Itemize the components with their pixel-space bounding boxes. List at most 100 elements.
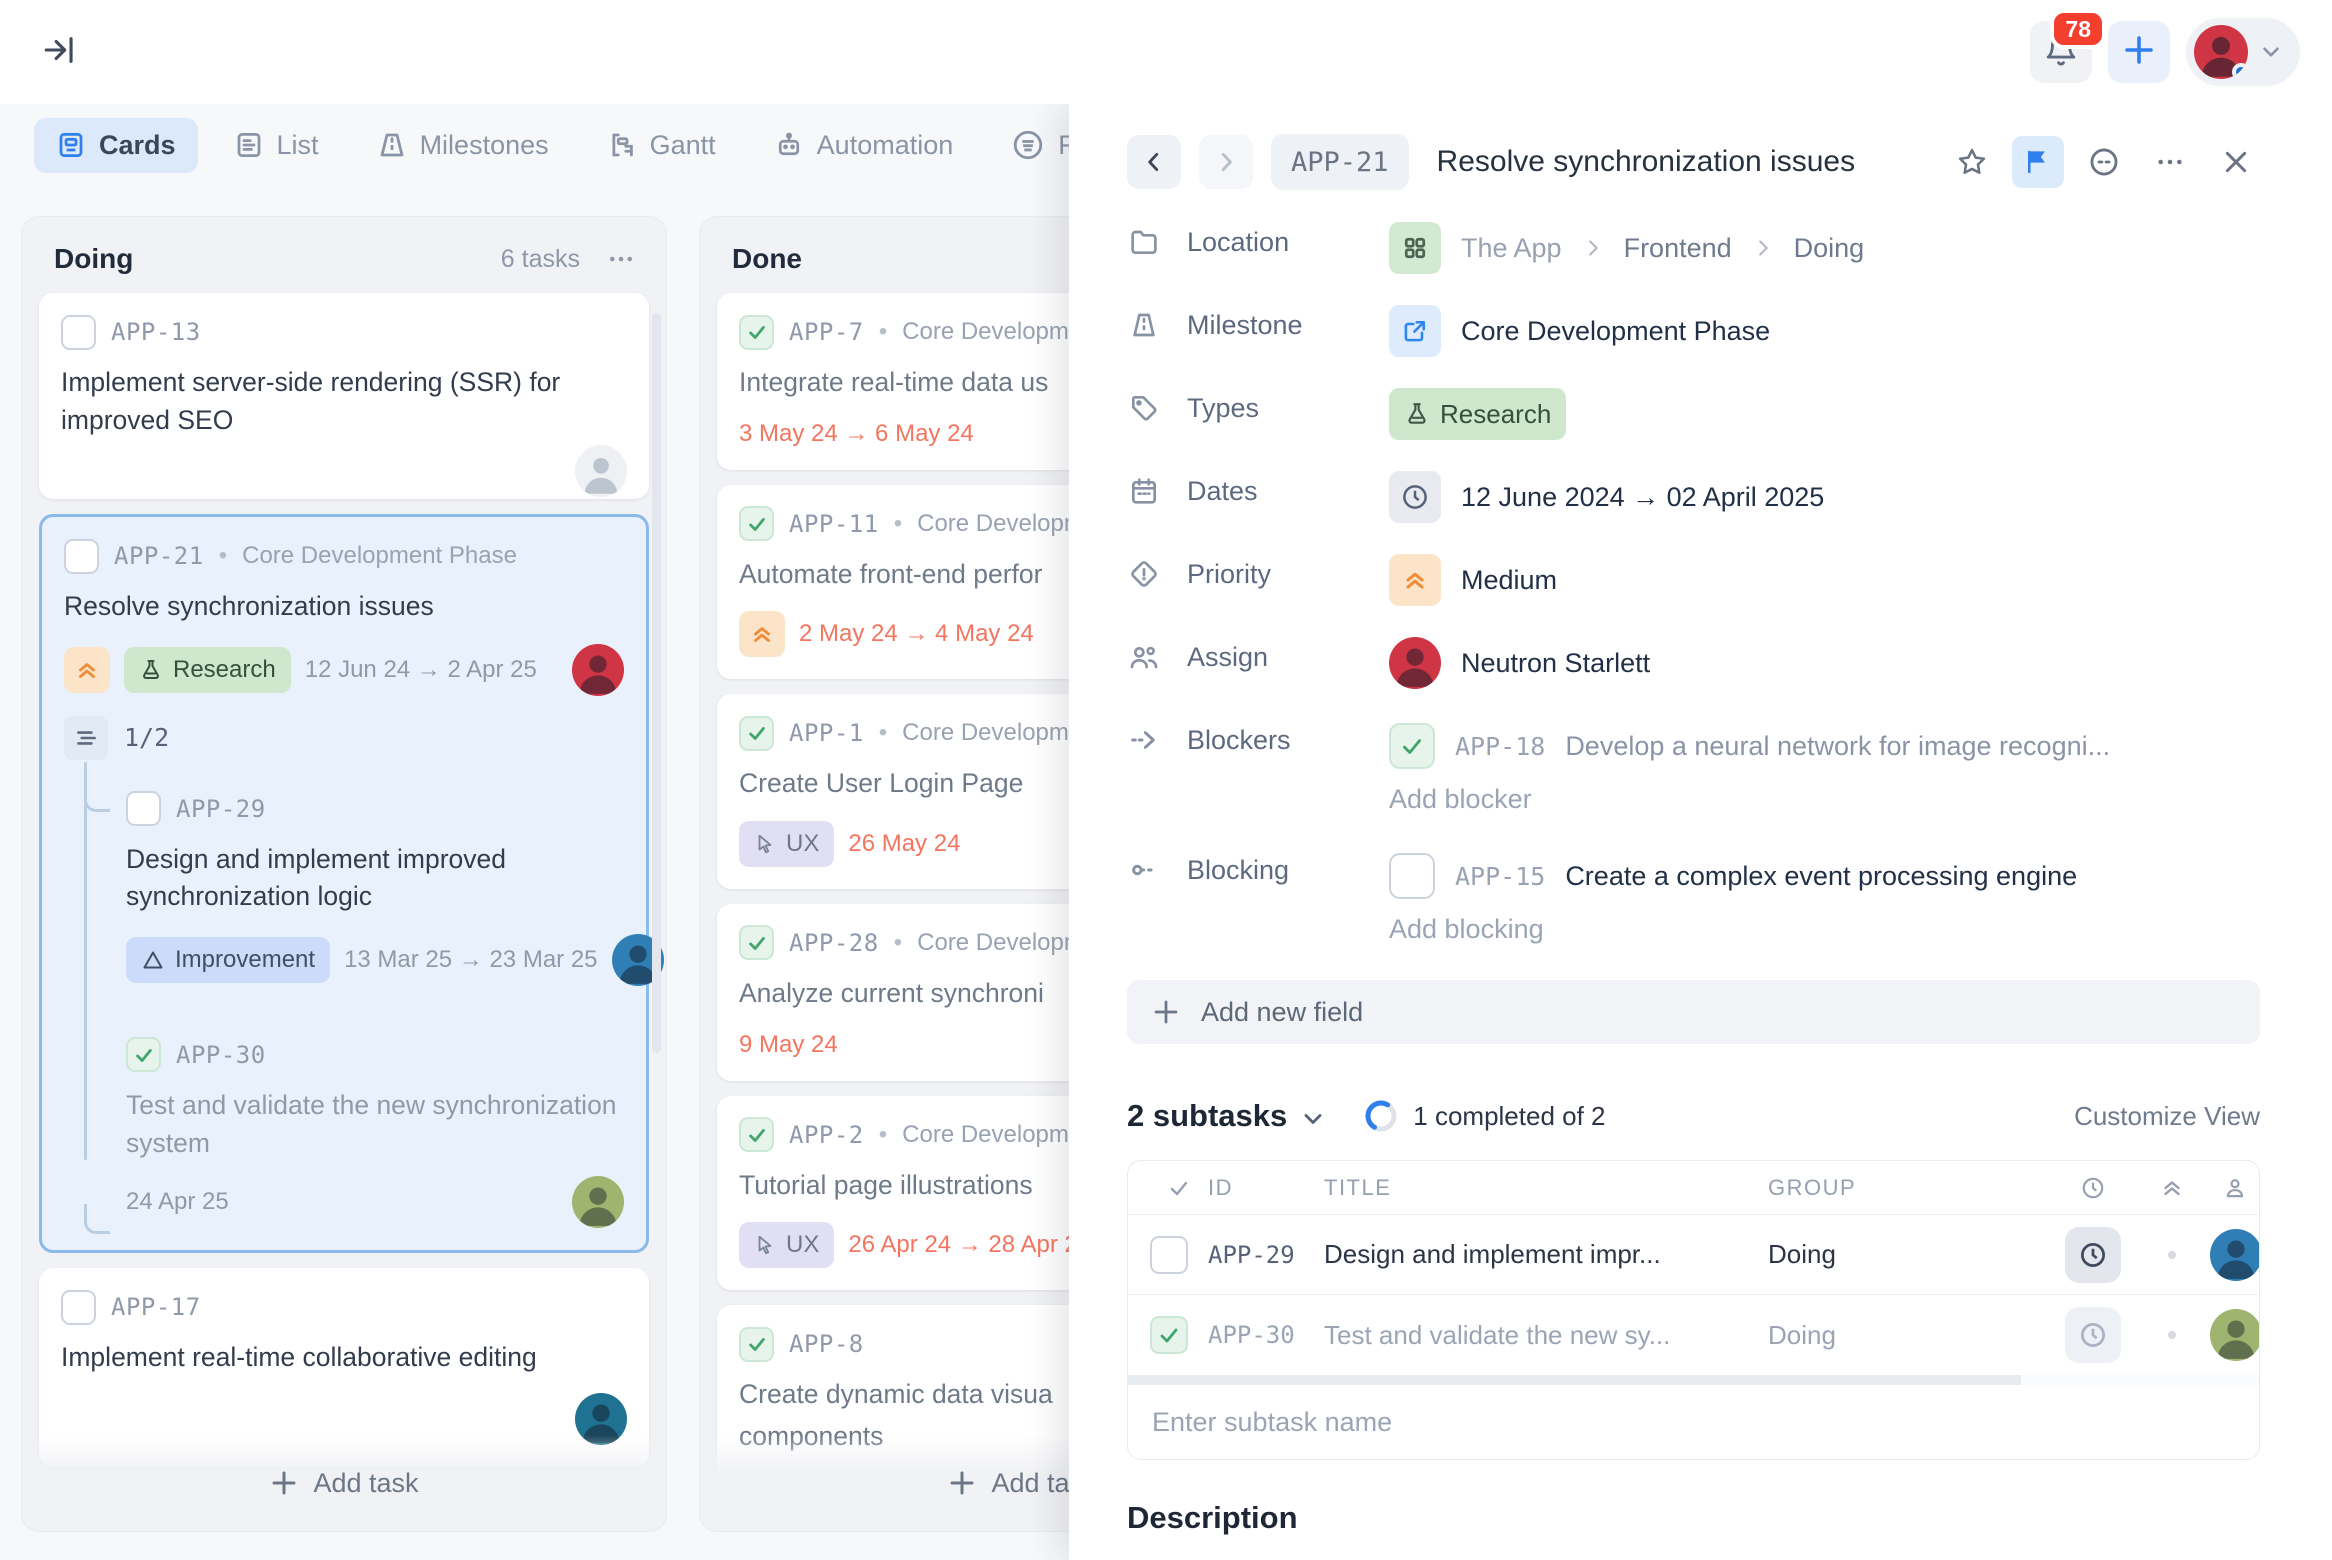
- field-blocking: Blocking APP-15 Create a complex event p…: [1127, 850, 2260, 902]
- task-checkbox[interactable]: [61, 1290, 96, 1325]
- tab-milestones[interactable]: Milestones: [355, 118, 571, 173]
- close-panel-button[interactable]: [2210, 136, 2262, 188]
- subtask-row-completed[interactable]: APP-30 Test and validate the new sy... D…: [1128, 1295, 2259, 1375]
- subtask-row-checkbox[interactable]: [1150, 1236, 1188, 1274]
- type-chip-improvement[interactable]: Improvement: [126, 937, 330, 983]
- table-horizontal-scrollbar[interactable]: [1128, 1375, 2259, 1385]
- sidebar-expand-button[interactable]: [32, 25, 86, 79]
- column-menu-button[interactable]: [606, 244, 636, 274]
- task-checkbox-checked[interactable]: [739, 1327, 774, 1362]
- task-card-selected[interactable]: APP-21 • Core Development Phase Resolve …: [39, 514, 649, 1253]
- tab-automation[interactable]: Automation: [752, 118, 976, 173]
- copy-link-button[interactable]: [2078, 136, 2130, 188]
- tag-icon: [1127, 392, 1161, 424]
- subtask-summary[interactable]: 1/2: [64, 716, 624, 760]
- column-header-id[interactable]: ID: [1208, 1175, 1324, 1201]
- field-priority: Priority Medium: [1127, 554, 2260, 606]
- flag-button[interactable]: [2012, 136, 2064, 188]
- type-chip-ux[interactable]: UX: [739, 821, 834, 867]
- tab-list[interactable]: List: [212, 118, 341, 173]
- blocker-item[interactable]: APP-18 Develop a neural network for imag…: [1389, 720, 2260, 772]
- task-checkbox-checked[interactable]: [739, 925, 774, 960]
- milestone-value[interactable]: Core Development Phase: [1389, 305, 2260, 357]
- column-header-title[interactable]: TITLE: [1324, 1175, 1768, 1201]
- subtask-assignee-avatar[interactable]: [2210, 1229, 2260, 1281]
- breadcrumb-group[interactable]: Doing: [1794, 233, 1865, 264]
- type-chip-research[interactable]: Research: [1389, 388, 1566, 440]
- assignee-placeholder-icon[interactable]: [575, 445, 627, 497]
- task-id: APP-8: [789, 1330, 864, 1358]
- panel-task-title[interactable]: Resolve synchronization issues: [1437, 145, 1928, 179]
- scrollbar-thumb[interactable]: [1128, 1375, 2021, 1385]
- task-checkbox-checked[interactable]: [739, 315, 774, 350]
- priority-medium-chip[interactable]: [64, 647, 110, 693]
- notifications-button[interactable]: 78: [2030, 21, 2092, 83]
- task-checkbox-checked[interactable]: [739, 1117, 774, 1152]
- bullet-separator: •: [894, 929, 902, 957]
- tab-cards[interactable]: Cards: [34, 118, 198, 173]
- priority-empty-dot[interactable]: [2168, 1331, 2176, 1339]
- chevron-down-icon[interactable]: [1299, 1105, 1327, 1133]
- task-checkbox[interactable]: [61, 315, 96, 350]
- task-checkbox-checked[interactable]: [739, 716, 774, 751]
- column-header-group[interactable]: GROUP: [1768, 1175, 2052, 1201]
- task-checkbox[interactable]: [64, 539, 99, 574]
- subtask-card[interactable]: APP-30 Test and validate the new synchro…: [126, 986, 624, 1228]
- subtask-row-group[interactable]: Doing: [1768, 1239, 2052, 1270]
- tab-label: Cards: [99, 130, 176, 161]
- priority-medium-chip[interactable]: [739, 611, 785, 657]
- add-task-label: Add task: [313, 1468, 418, 1499]
- type-chip-ux[interactable]: UX: [739, 1222, 834, 1268]
- task-id: APP-2: [789, 1121, 864, 1149]
- blocker-checkbox-checked[interactable]: [1389, 723, 1435, 769]
- add-blocker-button[interactable]: Add blocker: [1389, 784, 2260, 815]
- subtask-checkbox-checked[interactable]: [126, 1037, 161, 1072]
- dates-value[interactable]: 12 June 2024 → 02 April 2025: [1389, 471, 2260, 523]
- task-card[interactable]: APP-13 Implement server-side rendering (…: [39, 293, 649, 499]
- milestones-view-icon: [377, 130, 407, 160]
- task-checkbox-checked[interactable]: [739, 506, 774, 541]
- new-subtask-input[interactable]: [1152, 1407, 2148, 1438]
- flask-icon: [1404, 401, 1430, 427]
- subtask-row-checkbox-checked[interactable]: [1150, 1316, 1188, 1354]
- breadcrumb-workspace[interactable]: The App: [1461, 233, 1562, 264]
- add-new-field-button[interactable]: Add new field: [1127, 980, 2260, 1044]
- more-options-button[interactable]: [2144, 136, 2196, 188]
- add-blocking-button[interactable]: Add blocking: [1389, 914, 2260, 945]
- subtask-row[interactable]: APP-29 Design and implement impr... Doin…: [1128, 1215, 2259, 1295]
- task-id: APP-11: [789, 510, 879, 538]
- card-list: APP-13 Implement server-side rendering (…: [22, 291, 666, 1532]
- subtask-clock-button[interactable]: [2065, 1307, 2121, 1363]
- forward-button[interactable]: [1199, 135, 1253, 189]
- blocking-checkbox[interactable]: [1389, 853, 1435, 899]
- subtask-clock-button[interactable]: [2065, 1227, 2121, 1283]
- field-label: Location: [1127, 222, 1389, 258]
- task-id-chip[interactable]: APP-21: [1271, 134, 1409, 190]
- back-button[interactable]: [1127, 135, 1181, 189]
- priority-value[interactable]: Medium: [1389, 554, 2260, 606]
- assignee-avatar[interactable]: [572, 644, 624, 696]
- column-scrollbar[interactable]: [652, 313, 661, 1053]
- create-task-button[interactable]: [2108, 21, 2170, 83]
- priority-empty-dot[interactable]: [2168, 1251, 2176, 1259]
- add-task-button[interactable]: Add task: [22, 1435, 666, 1531]
- assign-value[interactable]: Neutron Starlett: [1389, 637, 2260, 689]
- subtask-card[interactable]: APP-29 Design and implement improved syn…: [126, 768, 624, 986]
- breadcrumb-team[interactable]: Frontend: [1624, 233, 1732, 264]
- star-button[interactable]: [1946, 136, 1998, 188]
- tab-gantt[interactable]: Gantt: [585, 118, 738, 173]
- profile-menu[interactable]: [2186, 18, 2300, 86]
- subtask-checkbox[interactable]: [126, 791, 161, 826]
- field-label-text: Dates: [1187, 476, 1258, 507]
- priority-medium-icon: [1389, 554, 1441, 606]
- location-breadcrumb[interactable]: The App Frontend Doing: [1389, 222, 2260, 274]
- subtask-row-title: Test and validate the new sy...: [1324, 1320, 1768, 1351]
- assignee-avatar[interactable]: [572, 1176, 624, 1228]
- subtask-row-group[interactable]: Doing: [1768, 1320, 2052, 1351]
- subtask-assignee-avatar[interactable]: [2210, 1309, 2260, 1361]
- subtask-row-id: APP-30: [1208, 1321, 1324, 1349]
- type-chip-research[interactable]: Research: [124, 647, 291, 693]
- customize-view-button[interactable]: Customize View: [2074, 1101, 2260, 1132]
- blocking-item[interactable]: APP-15 Create a complex event processing…: [1389, 850, 2260, 902]
- task-id: APP-13: [111, 318, 201, 346]
